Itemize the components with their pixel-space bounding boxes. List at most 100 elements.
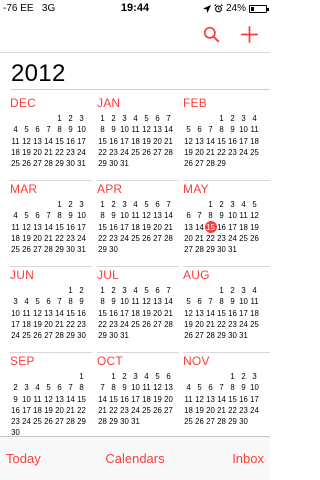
- month-feb[interactable]: FEB 1 2 3 4 5 6 7 8 9 10 11 12 13 14 15 16 17 18 19 20 21 22 23…: [183, 96, 263, 182]
- day-number: 10: [120, 211, 129, 221]
- add-event-button[interactable]: [236, 21, 262, 47]
- day-number: 24: [22, 417, 31, 427]
- day-number: 28: [195, 245, 204, 255]
- day-number: 24: [239, 147, 248, 157]
- day-number: 2: [241, 372, 246, 381]
- day-number: 16: [66, 136, 75, 146]
- search-button[interactable]: [198, 21, 224, 47]
- day-number: 21: [164, 136, 173, 146]
- day-number: 3: [122, 200, 127, 209]
- day-number: 22: [66, 319, 75, 329]
- day-number: 12: [33, 308, 42, 318]
- day-number: 9: [13, 394, 18, 404]
- day-number: 21: [206, 147, 215, 157]
- day-number: 11: [22, 308, 31, 318]
- inbox-tab[interactable]: Inbox: [232, 451, 264, 466]
- day-number: 28: [44, 245, 53, 255]
- calendars-tab[interactable]: Calendars: [105, 451, 164, 466]
- day-number: 31: [120, 159, 129, 169]
- day-number: 9: [68, 211, 73, 221]
- month-jul[interactable]: JUL 1 2 3 4 5 6 7 8 9 10 11 12 13 14 15 16 17 18 19 20 21 22 23…: [97, 268, 177, 354]
- day-number: 20: [33, 147, 42, 157]
- day-number: 26: [22, 159, 31, 169]
- day-number: 13: [44, 308, 53, 318]
- day-number: 6: [35, 125, 40, 135]
- day-number: 17: [228, 222, 237, 232]
- day-number: 23: [109, 147, 118, 157]
- day-number: 31: [120, 331, 129, 341]
- day-number: 26: [142, 147, 151, 157]
- day-number: 18: [142, 394, 151, 404]
- month-jan[interactable]: JAN 1 2 3 4 5 6 7 8 9 10 11 12 13 14 15 16 17 18 19 20 21 22 23…: [97, 96, 177, 182]
- month-days: 1 2 3 4 5 6 7 8 9 10 11 12 13 14 15 16 17 18 19 20 21 22 23 24 2…: [183, 199, 263, 255]
- month-jun[interactable]: JUN 1 2 3 4 5 6 7 8 9 10 11 12 13 14 15 16 17 18 19 20 21 22 23…: [10, 268, 90, 354]
- day-number: 23: [217, 233, 226, 243]
- day-number: 3: [252, 372, 257, 381]
- day-number: 7: [197, 211, 202, 221]
- day-number: 26: [142, 233, 151, 243]
- day-number: 10: [11, 308, 20, 318]
- day-number: 14: [44, 222, 53, 232]
- day-number: 13: [153, 211, 162, 221]
- day-number: 22: [217, 147, 226, 157]
- day-number: 29: [98, 159, 107, 169]
- month-days: 1 2 3 4 5 6 7 8 9 10 11 12 13 14 15 16 17 18 19 20 21 22 23 24 2…: [183, 285, 263, 341]
- day-number: 6: [57, 383, 62, 393]
- month-dec[interactable]: DEC 1 2 3 4 5 6 7 8 9 10 11 12 13 14 15 16 17 18 19 20 21 22 23…: [10, 96, 90, 182]
- day-number: 24: [77, 233, 86, 243]
- month-sep[interactable]: SEP 1 2 3 4 5 6 7 8 9 10 11 12 13 14 15 16 17 18 19 20 21 22 23…: [10, 354, 90, 440]
- day-number: 14: [164, 297, 173, 307]
- day-number: 23: [228, 319, 237, 329]
- day-number: 6: [155, 114, 160, 123]
- day-number: 22: [98, 319, 107, 329]
- day-number: 10: [120, 125, 129, 135]
- day-number: 27: [164, 405, 173, 415]
- day-number: 16: [228, 308, 237, 318]
- day-number: 25: [184, 417, 193, 427]
- day-number: 26: [33, 331, 42, 341]
- day-number: 5: [144, 200, 149, 209]
- month-days: 1 2 3 4 5 6 7 8 9 10 11 12 13 14 15 16 17 18 19 20 21 22 23 24 2…: [97, 371, 177, 427]
- day-number: 4: [35, 383, 40, 393]
- day-number: 16: [228, 136, 237, 146]
- today-tab[interactable]: Today: [6, 451, 41, 466]
- day-number: 26: [22, 245, 31, 255]
- month-oct[interactable]: OCT 1 2 3 4 5 6 7 8 9 10 11 12 13 14 15 16 17 18 19 20 21 22 23…: [97, 354, 177, 440]
- day-blank: [43, 285, 54, 296]
- day-number: 7: [68, 383, 73, 393]
- year-divider: [11, 89, 270, 90]
- day-number: 6: [155, 286, 160, 295]
- day-number: 13: [206, 394, 215, 404]
- day-number: 11: [142, 383, 151, 393]
- day-number: 18: [11, 233, 20, 243]
- day-blank: [32, 371, 43, 382]
- month-nov[interactable]: NOV 1 2 3 4 5 6 7 8 9 10 11 12 13 14 15 16 17 18 19 20 21 22 23…: [183, 354, 263, 440]
- day-number: 1: [68, 286, 73, 295]
- day-number: 3: [241, 114, 246, 123]
- day-blank: [21, 113, 32, 124]
- day-number: 19: [22, 233, 31, 243]
- day-number: 3: [122, 114, 127, 123]
- day-number: 4: [252, 114, 257, 123]
- month-aug[interactable]: AUG 1 2 3 4 5 6 7 8 9 10 11 12 13 14 15 16 17 18 19 20 21 22 23…: [183, 268, 263, 354]
- day-number: 6: [208, 383, 213, 393]
- day-number: 2: [111, 200, 116, 209]
- day-number: 17: [131, 394, 140, 404]
- year-title[interactable]: 2012: [11, 60, 66, 88]
- day-number: 13: [153, 297, 162, 307]
- month-mar[interactable]: MAR 1 2 3 4 5 6 7 8 9 10 11 12 13 14 15 16 17 18 19 20 21 22 23…: [10, 182, 90, 268]
- month-apr[interactable]: APR 1 2 3 4 5 6 7 8 9 10 11 12 13 14 15 16 17 18 19 20 21 22 23…: [97, 182, 177, 268]
- day-blank: [216, 371, 227, 382]
- day-number: 7: [46, 125, 51, 135]
- day-number: 28: [164, 147, 173, 157]
- day-number: 6: [155, 200, 160, 209]
- day-number: 16: [217, 222, 226, 232]
- day-number: 4: [133, 200, 138, 209]
- day-number: 19: [142, 136, 151, 146]
- day-number: 7: [166, 114, 171, 123]
- day-number: 12: [195, 394, 204, 404]
- month-may[interactable]: MAY 1 2 3 4 5 6 7 8 9 10 11 12 13 14 15 16 17 18 19 20 21 22 23…: [183, 182, 263, 268]
- day-blank: [32, 113, 43, 124]
- day-number: 25: [33, 417, 42, 427]
- day-number: 1: [79, 372, 84, 381]
